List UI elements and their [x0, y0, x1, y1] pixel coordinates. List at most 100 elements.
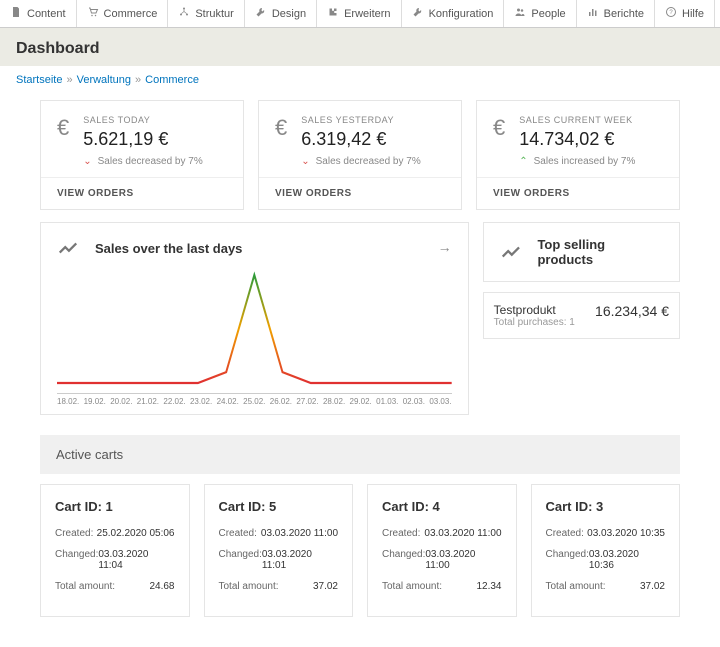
- nav-commerce[interactable]: Commerce: [77, 0, 169, 27]
- view-orders-button[interactable]: VIEW ORDERS: [477, 177, 679, 209]
- cart-created-label: Created:: [55, 528, 93, 539]
- cart-created-label: Created:: [382, 528, 420, 539]
- nav-konfiguration[interactable]: Konfiguration: [402, 0, 505, 27]
- stat-card: € SALES YESTERDAY 6.319,42 € ⌄Sales decr…: [258, 100, 462, 210]
- cart-total-value: 12.34: [476, 581, 501, 592]
- euro-icon: €: [493, 115, 505, 167]
- nav-label: Design: [272, 8, 306, 20]
- xaxis-tick: 20.02.: [110, 397, 132, 406]
- stat-label: SALES TODAY: [83, 115, 202, 125]
- chart-area: [57, 269, 452, 389]
- product-name: Testprodukt: [494, 303, 575, 317]
- nav-struktur[interactable]: Struktur: [168, 0, 245, 27]
- breadcrumb-link[interactable]: Commerce: [145, 74, 199, 86]
- xaxis-tick: 25.02.: [243, 397, 265, 406]
- xaxis-tick: 24.02.: [217, 397, 239, 406]
- tree-icon: [178, 6, 190, 21]
- cart-title: Cart ID: 5: [219, 499, 339, 514]
- cart-total-value: 24.68: [149, 581, 174, 592]
- cart-changed-value: 03.03.2020 10:36: [589, 549, 665, 571]
- nav-label: Content: [27, 8, 66, 20]
- cart-total-label: Total amount:: [219, 581, 279, 592]
- cart-changed-value: 03.03.2020 11:00: [425, 549, 501, 571]
- stat-value: 6.319,42 €: [301, 129, 420, 150]
- nav-erweitern[interactable]: Erweitern: [317, 0, 401, 27]
- mid-row: Sales over the last days → 18.02.19.02.2…: [0, 216, 720, 421]
- nav-label: Commerce: [104, 8, 158, 20]
- nav-content[interactable]: Content: [0, 0, 77, 27]
- nav-label: Hilfe: [682, 8, 704, 20]
- cart-changed-value: 03.03.2020 11:04: [98, 549, 174, 571]
- cart-created-value: 03.03.2020 10:35: [587, 528, 665, 539]
- page-header: Dashboard: [0, 28, 720, 66]
- breadcrumb-link[interactable]: Startseite: [16, 74, 62, 86]
- xaxis-tick: 23.02.: [190, 397, 212, 406]
- cart-card: Cart ID: 4 Created: 03.03.2020 11:00 Chan…: [367, 484, 517, 617]
- wrench-icon: [412, 6, 424, 21]
- trend-icon: [500, 241, 522, 263]
- nav-label: Berichte: [604, 8, 644, 20]
- cart-changed-label: Changed:: [382, 549, 425, 571]
- stats-row: € SALES TODAY 5.621,19 € ⌄Sales decrease…: [0, 94, 720, 216]
- svg-text:?: ?: [669, 10, 673, 16]
- stat-card: € SALES TODAY 5.621,19 € ⌄Sales decrease…: [40, 100, 244, 210]
- stat-label: SALES CURRENT WEEK: [519, 115, 635, 125]
- xaxis-tick: 03.03.: [429, 397, 451, 406]
- nav-people[interactable]: People: [504, 0, 576, 27]
- stat-delta: ⌃Sales increased by 7%: [519, 156, 635, 167]
- chart-xaxis: 18.02.19.02.20.02.21.02.22.02.23.02.24.0…: [57, 393, 452, 406]
- carts-row: Cart ID: 1 Created: 25.02.2020 05:06 Chan…: [0, 474, 720, 647]
- trend-icon: [57, 237, 79, 259]
- stat-value: 5.621,19 €: [83, 129, 202, 150]
- breadcrumb-link[interactable]: Verwaltung: [77, 74, 131, 86]
- cart-created-value: 03.03.2020 11:00: [261, 528, 338, 539]
- view-orders-button[interactable]: VIEW ORDERS: [259, 177, 461, 209]
- xaxis-tick: 29.02.: [350, 397, 372, 406]
- cart-created-label: Created:: [219, 528, 257, 539]
- cart-icon: [87, 6, 99, 21]
- nav-label: Erweitern: [344, 8, 390, 20]
- cart-title: Cart ID: 4: [382, 499, 502, 514]
- cart-created-label: Created:: [546, 528, 584, 539]
- nav-hilfe[interactable]: ? Hilfe: [655, 0, 715, 27]
- nav-berichte[interactable]: Berichte: [577, 0, 655, 27]
- people-icon: [514, 6, 526, 21]
- bars-icon: [587, 6, 599, 21]
- nav-label: Struktur: [195, 8, 234, 20]
- stat-delta: ⌄Sales decreased by 7%: [83, 156, 202, 167]
- view-orders-button[interactable]: VIEW ORDERS: [41, 177, 243, 209]
- stat-delta: ⌄Sales decreased by 7%: [301, 156, 420, 167]
- top-products-card: Top selling products: [483, 222, 680, 282]
- xaxis-tick: 19.02.: [84, 397, 106, 406]
- xaxis-tick: 27.02.: [296, 397, 318, 406]
- active-carts-header: Active carts: [40, 435, 680, 474]
- nav-design[interactable]: Design: [245, 0, 317, 27]
- cart-changed-label: Changed:: [55, 549, 98, 571]
- product-price: 16.234,34 €: [595, 303, 669, 319]
- top-nav: Content Commerce Struktur Design Erweitern Ko…: [0, 0, 720, 28]
- cart-changed-value: 03.03.2020 11:01: [262, 549, 338, 571]
- xaxis-tick: 21.02.: [137, 397, 159, 406]
- cart-total-value: 37.02: [313, 581, 338, 592]
- cart-title: Cart ID: 1: [55, 499, 175, 514]
- puzzle-icon: [327, 6, 339, 21]
- help-icon: ?: [665, 6, 677, 21]
- xaxis-tick: 28.02.: [323, 397, 345, 406]
- stat-card: € SALES CURRENT WEEK 14.734,02 € ⌃Sales …: [476, 100, 680, 210]
- stat-value: 14.734,02 €: [519, 129, 635, 150]
- xaxis-tick: 22.02.: [163, 397, 185, 406]
- nav-label: Konfiguration: [429, 8, 494, 20]
- product-row[interactable]: Testprodukt Total purchases: 1 16.234,34…: [483, 292, 680, 339]
- cart-card: Cart ID: 1 Created: 25.02.2020 05:06 Chan…: [40, 484, 190, 617]
- cart-card: Cart ID: 3 Created:03.03.2020 10:35 Chan…: [531, 484, 681, 617]
- cart-changed-label: Changed:: [219, 549, 262, 571]
- breadcrumb: Startseite»Verwaltung»Commerce: [0, 66, 720, 94]
- euro-icon: €: [57, 115, 69, 167]
- sales-chart-card: Sales over the last days → 18.02.19.02.2…: [40, 222, 469, 415]
- chart-expand-button[interactable]: →: [438, 239, 452, 255]
- cart-created-value: 25.02.2020 05:06: [97, 528, 175, 539]
- xaxis-tick: 26.02.: [270, 397, 292, 406]
- page-title: Dashboard: [16, 40, 704, 58]
- cart-total-label: Total amount:: [546, 581, 606, 592]
- cart-total-label: Total amount:: [55, 581, 115, 592]
